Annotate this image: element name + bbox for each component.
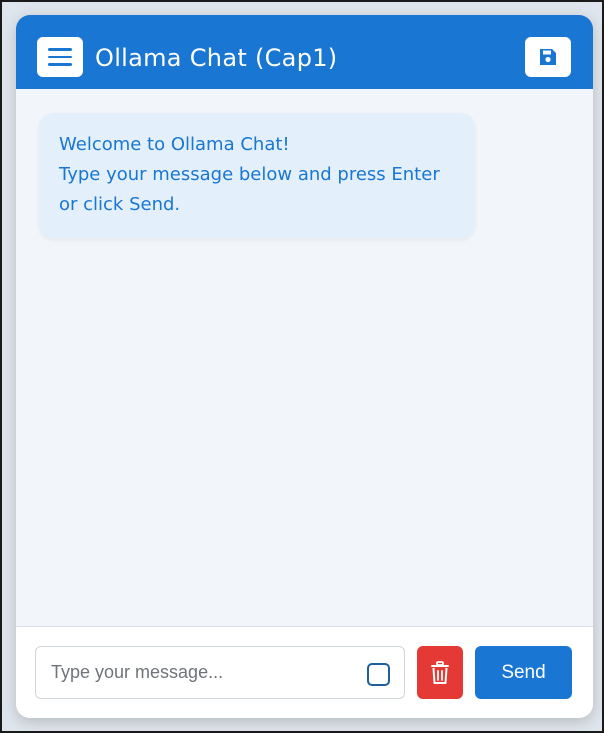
chat-app: Ollama Chat (Cap1) Welcome to Ollama Cha…	[16, 15, 593, 718]
trash-icon	[431, 660, 449, 684]
send-button[interactable]: Send	[475, 646, 572, 699]
welcome-message-bubble: Welcome to Ollama Chat! Type your messag…	[39, 113, 475, 238]
app-header: Ollama Chat (Cap1)	[16, 15, 593, 89]
menu-icon-bar	[48, 55, 72, 59]
menu-icon-bar	[48, 63, 72, 66]
message-input-wrapper	[35, 646, 405, 699]
message-line: or click Send.	[59, 194, 181, 215]
clear-chat-button[interactable]	[417, 646, 463, 699]
message-line: Welcome to Ollama Chat!	[59, 134, 290, 155]
message-line: Type your message below and press Enter	[59, 164, 440, 185]
menu-icon-bar	[48, 48, 72, 51]
save-button[interactable]	[525, 37, 571, 77]
app-title: Ollama Chat (Cap1)	[95, 44, 338, 72]
menu-button[interactable]	[37, 37, 83, 77]
floppy-disk-icon	[540, 49, 556, 65]
message-list: Welcome to Ollama Chat! Type your messag…	[16, 89, 593, 626]
option-checkbox[interactable]	[367, 663, 390, 686]
message-input[interactable]	[36, 647, 356, 698]
composer-bar: Send	[16, 626, 593, 718]
